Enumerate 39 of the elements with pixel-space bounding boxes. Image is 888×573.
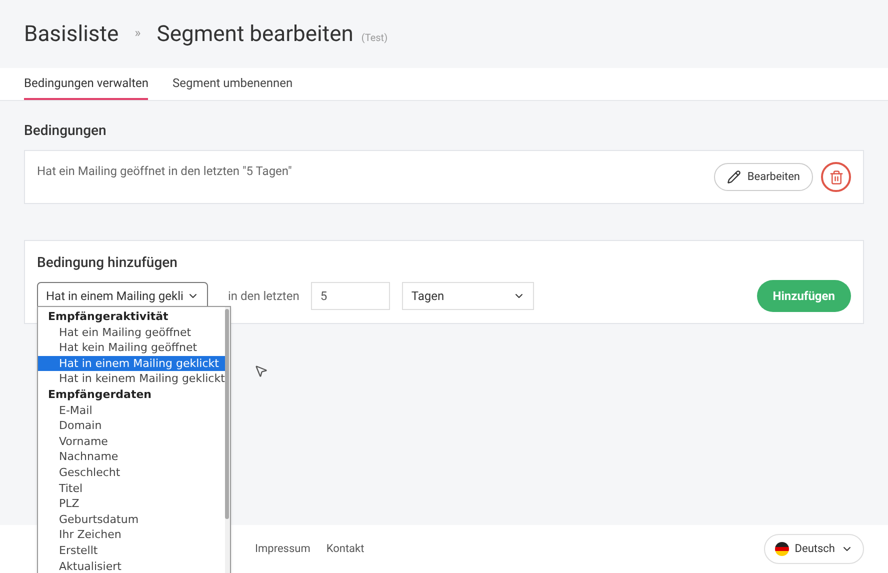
dropdown-option[interactable]: PLZ xyxy=(38,496,225,512)
dropdown-option[interactable]: Nachname xyxy=(38,449,225,465)
dropdown-option[interactable]: Hat kein Mailing geöffnet xyxy=(38,340,225,356)
amount-field[interactable]: 5 xyxy=(311,282,390,310)
dropdown-option[interactable]: Hat in einem Mailing geklickt xyxy=(38,356,225,372)
dropdown-option[interactable]: Vorname xyxy=(38,434,225,450)
delete-button[interactable] xyxy=(821,162,851,192)
tab[interactable]: Bedingungen verwalten xyxy=(24,68,148,100)
edit-button[interactable]: Bearbeiten xyxy=(714,163,813,191)
option-group-label: Empfängeraktivität xyxy=(47,309,170,325)
section-heading: Bedingungen xyxy=(24,122,108,141)
dropdown-option[interactable]: Geburtsdatum xyxy=(38,512,225,528)
dropdown-option[interactable]: Aktualisiert xyxy=(38,558,225,573)
flag-icon xyxy=(774,542,789,556)
dropdown-option[interactable]: Hat ein Mailing geöffnet xyxy=(38,324,225,340)
unit-select[interactable]: Tagen xyxy=(402,282,534,310)
tab[interactable]: Segment umbenennen xyxy=(172,68,293,100)
pencil-icon xyxy=(727,170,742,184)
footer-link[interactable]: Impressum xyxy=(255,540,310,558)
title-note: (Test) xyxy=(361,32,388,46)
dropdown-option[interactable]: Titel xyxy=(38,480,225,496)
dropdown-option[interactable]: Ihr Zeichen xyxy=(38,527,225,543)
dropdown-option[interactable]: E-Mail xyxy=(38,402,225,418)
trash-icon xyxy=(828,170,844,184)
dropdown-option[interactable]: Hat in keinem Mailing geklickt xyxy=(38,371,225,387)
dropdown-option[interactable]: Geschlecht xyxy=(38,464,225,481)
page-title: Basisliste xyxy=(24,20,119,48)
cursor-icon xyxy=(254,364,268,378)
breadcrumb-separator: » xyxy=(134,25,141,44)
dropdown-option[interactable]: Erstellt xyxy=(38,542,225,558)
option-group-label: Empfängerdaten xyxy=(47,386,152,403)
section-heading: Bedingung hinzufügen xyxy=(37,254,178,273)
period-label: in den letzten xyxy=(228,288,300,305)
page-title: Segment bearbeiten xyxy=(156,20,354,48)
scrollbar-thumb[interactable] xyxy=(225,309,230,519)
condition-text: Hat ein Mailing geöffnet in den letzten "5 Tagen" xyxy=(37,163,293,180)
dropdown-option[interactable]: Domain xyxy=(38,418,225,434)
footer-link[interactable]: Kontakt xyxy=(326,540,364,558)
language-select[interactable]: Deutsch xyxy=(764,534,864,564)
